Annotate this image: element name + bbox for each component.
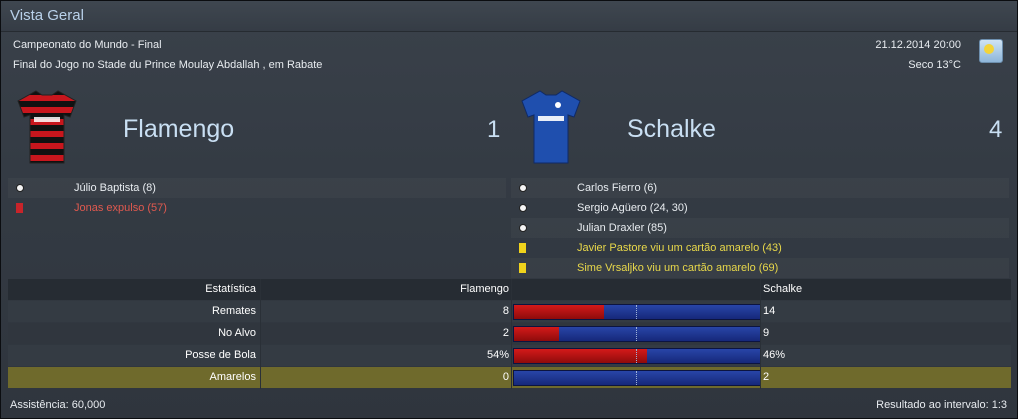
home-team-name[interactable]: Flamengo	[123, 115, 234, 144]
home-event-red-card: Jonas expulso (57)	[14, 198, 504, 218]
stat-label: Amarelos	[209, 371, 256, 383]
home-score: 1	[487, 116, 501, 143]
away-event-goal: Carlos Fierro (6)	[517, 178, 1007, 198]
event-text: Sergio Agüero (24, 30)	[577, 202, 688, 214]
stat-comparison-bar	[513, 370, 761, 386]
stats-header-label: Estatística	[205, 283, 256, 295]
red-card-icon	[16, 203, 23, 213]
event-text: Jonas expulso (57)	[74, 202, 167, 214]
stat-label: Remates	[211, 305, 256, 317]
stat-comparison-bar	[513, 326, 761, 342]
stat-away-value: 46%	[763, 349, 786, 361]
stats-table: Estatística Flamengo Schalke Remates 8 1…	[8, 279, 1011, 389]
stat-away-value: 14	[763, 305, 776, 317]
sunny-icon	[979, 39, 1003, 63]
stat-label: Posse de Bola	[185, 349, 256, 361]
event-text: Julian Draxler (85)	[577, 222, 667, 234]
away-team-name[interactable]: Schalke	[627, 115, 716, 144]
yellow-card-icon	[519, 243, 526, 253]
stat-home-value: 8	[502, 305, 509, 317]
ball-icon	[519, 184, 527, 192]
panel-titlebar: Vista Geral	[1, 1, 1017, 32]
competition-label: Campeonato do Mundo - Final	[13, 39, 162, 51]
stat-row: Posse de Bola 54% 46%	[8, 345, 1011, 366]
away-score: 4	[989, 116, 1003, 143]
ball-icon	[519, 204, 527, 212]
ball-icon	[16, 184, 24, 192]
stat-row: No Alvo 2 9	[8, 323, 1011, 344]
away-shirt-icon	[521, 90, 581, 164]
away-event-yellow-card: Javier Pastore viu um cartão amarelo (43…	[517, 238, 1007, 258]
weather-label: Seco 13°C	[908, 59, 961, 71]
event-text: Javier Pastore viu um cartão amarelo (43…	[577, 242, 782, 254]
stat-comparison-bar	[513, 348, 761, 364]
ball-icon	[519, 224, 527, 232]
venue-label: Final do Jogo no Stade du Prince Moulay …	[13, 59, 323, 71]
event-text: Júlio Baptista (8)	[74, 182, 156, 194]
stats-header-home: Flamengo	[460, 283, 509, 295]
yellow-card-icon	[519, 263, 526, 273]
stat-home-value: 0	[502, 371, 509, 383]
stat-row: Remates 8 14	[8, 301, 1011, 322]
stat-home-value: 54%	[486, 349, 509, 361]
away-event-yellow-card: Sime Vrsaljko viu um cartão amarelo (69)	[517, 258, 1007, 278]
match-overview-panel: Vista Geral Campeonato do Mundo - Final …	[0, 0, 1018, 419]
away-event-goal: Sergio Agüero (24, 30)	[517, 198, 1007, 218]
stat-away-value: 2	[763, 371, 770, 383]
stat-row-highlighted[interactable]: Amarelos 0 2	[8, 367, 1011, 388]
stats-header-away: Schalke	[763, 283, 803, 295]
stats-header-row: Estatística Flamengo Schalke	[8, 279, 1011, 300]
panel-title: Vista Geral	[10, 7, 84, 24]
stat-home-value: 2	[502, 327, 509, 339]
stat-away-value: 9	[763, 327, 770, 339]
home-event-goal: Júlio Baptista (8)	[14, 178, 504, 198]
attendance-label: Assistência: 60,000	[10, 399, 106, 411]
event-text: Carlos Fierro (6)	[577, 182, 658, 194]
halftime-score-label: Resultado ao intervalo: 1:3	[876, 399, 1007, 411]
home-shirt-icon	[17, 90, 77, 164]
match-datetime: 21.12.2014 20:00	[875, 39, 961, 51]
away-event-goal: Julian Draxler (85)	[517, 218, 1007, 238]
event-text: Sime Vrsaljko viu um cartão amarelo (69)	[577, 262, 779, 274]
stat-comparison-bar	[513, 304, 761, 320]
stat-label: No Alvo	[218, 327, 256, 339]
